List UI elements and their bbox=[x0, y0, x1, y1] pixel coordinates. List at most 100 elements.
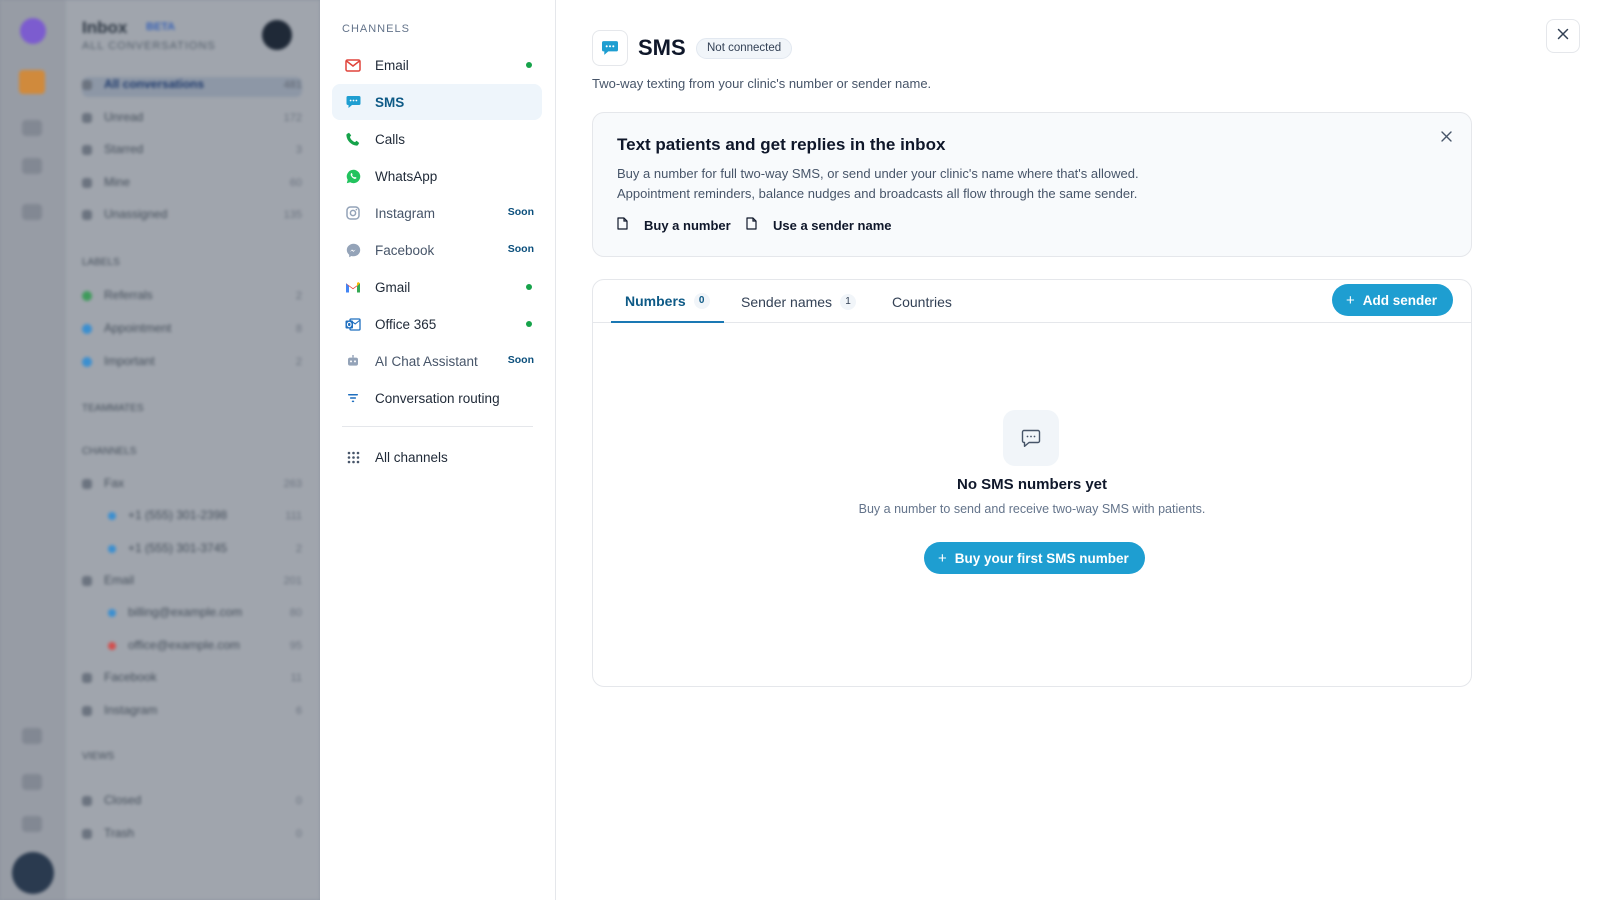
sms-icon bbox=[592, 30, 628, 66]
channel-item-office-365[interactable]: Office 365 bbox=[332, 306, 542, 342]
channel-item-calls[interactable]: Calls bbox=[332, 121, 542, 157]
users-nav-icon bbox=[22, 158, 42, 174]
channel-label: Instagram bbox=[375, 205, 436, 221]
tab-countries[interactable]: Countries bbox=[892, 280, 952, 323]
tab-bar: Numbers 0 Sender names 1 Countries + Add… bbox=[593, 280, 1471, 323]
soon-badge: Soon bbox=[507, 206, 534, 218]
channel-item-whatsapp[interactable]: WhatsApp bbox=[332, 158, 542, 194]
channel-item-gmail[interactable]: Gmail bbox=[332, 269, 542, 305]
all-channels-link[interactable]: All channels bbox=[332, 439, 542, 475]
buy-first-number-label: Buy your first SMS number bbox=[954, 550, 1129, 566]
channels-heading: CHANNELS bbox=[342, 23, 410, 35]
plus-icon: + bbox=[938, 549, 947, 567]
tab-label: Countries bbox=[892, 293, 952, 310]
app-nav-rail bbox=[0, 0, 66, 900]
empty-state-title: No SMS numbers yet bbox=[956, 476, 1108, 493]
tab-numbers[interactable]: Numbers 0 bbox=[611, 280, 724, 323]
tab-count-badge: 1 bbox=[840, 293, 857, 310]
dismiss-banner-button[interactable] bbox=[1437, 129, 1455, 147]
channel-row: Fax 263 bbox=[82, 476, 302, 496]
folder-row: Unread 172 bbox=[82, 110, 302, 130]
page-title: SMS bbox=[638, 35, 686, 60]
instagram-icon bbox=[345, 205, 361, 221]
buy-first-number-button[interactable]: + Buy your first SMS number bbox=[924, 542, 1145, 574]
channels-sidebar: CHANNELS Email SMS Calls WhatsApp Instag… bbox=[320, 0, 556, 900]
channel-row: office@example.com 95 bbox=[82, 638, 302, 658]
add-sender-button[interactable]: + Add sender bbox=[1331, 284, 1453, 316]
tab-sender-names[interactable]: Sender names 1 bbox=[741, 280, 857, 323]
inbox-subtitle: ALL CONVERSATIONS bbox=[82, 40, 216, 52]
channel-label: Gmail bbox=[375, 279, 411, 295]
grid-icon bbox=[345, 449, 361, 465]
help-nav-icon bbox=[22, 774, 42, 790]
channel-row: Facebook 11 bbox=[82, 670, 302, 690]
channel-item-conversation-routing[interactable]: Conversation routing bbox=[332, 380, 542, 416]
plus-icon: + bbox=[1345, 291, 1355, 309]
view-row: Trash 0 bbox=[82, 826, 302, 846]
app-logo-icon bbox=[20, 18, 46, 44]
user-avatar bbox=[12, 852, 54, 894]
view-row: Closed 0 bbox=[82, 793, 302, 813]
channel-item-sms[interactable]: SMS bbox=[332, 84, 542, 120]
senders-card: Numbers 0 Sender names 1 Countries + Add… bbox=[592, 279, 1472, 687]
mail-icon bbox=[345, 57, 361, 73]
whatsapp-icon bbox=[345, 168, 361, 184]
empty-state-chat-icon bbox=[1003, 410, 1059, 466]
buy-number-link[interactable]: Buy a number bbox=[617, 217, 731, 233]
chat-nav-icon bbox=[22, 120, 42, 136]
channel-label: WhatsApp bbox=[375, 168, 438, 184]
close-panel-button[interactable] bbox=[1546, 19, 1580, 53]
label-row: Appointment 8 bbox=[82, 321, 302, 341]
all-channels-label: All channels bbox=[375, 449, 448, 465]
inbox-title: Inbox bbox=[82, 18, 128, 37]
sidebar-divider bbox=[342, 426, 533, 427]
buy-number-label: Buy a number bbox=[644, 217, 731, 233]
channel-item-ai-chat-assistant[interactable]: AI Chat Assistant Soon bbox=[332, 343, 542, 379]
empty-state-description: Buy a number to send and receive two-way… bbox=[858, 502, 1206, 516]
sms-icon bbox=[345, 94, 361, 110]
close-icon bbox=[1440, 129, 1452, 147]
channel-label: Facebook bbox=[375, 242, 435, 258]
add-sender-label: Add sender bbox=[1362, 292, 1437, 308]
channel-label: Email bbox=[375, 57, 409, 73]
channel-item-facebook[interactable]: Facebook Soon bbox=[332, 232, 542, 268]
tab-label: Sender names bbox=[741, 293, 833, 310]
channel-row: Email 201 bbox=[82, 573, 302, 593]
gmail-icon bbox=[345, 279, 361, 295]
connected-status-dot bbox=[526, 321, 532, 327]
document-icon bbox=[746, 217, 765, 233]
channel-item-instagram[interactable]: Instagram Soon bbox=[332, 195, 542, 231]
soon-badge: Soon bbox=[507, 243, 534, 255]
edit-nav-icon bbox=[22, 728, 42, 744]
folder-row: All conversations 481 bbox=[82, 77, 302, 97]
channel-row: Instagram 6 bbox=[82, 703, 302, 723]
folder-row: Starred 3 bbox=[82, 142, 302, 162]
channel-label: Office 365 bbox=[375, 316, 437, 332]
compose-button bbox=[262, 20, 292, 50]
section-label: LABELS bbox=[82, 257, 120, 268]
channel-row: +1 (555) 301-2398 111 bbox=[82, 508, 302, 528]
label-row: Referrals 2 bbox=[82, 288, 302, 308]
section-label: VIEWS bbox=[82, 751, 115, 762]
background-app: Inbox BETA ALL CONVERSATIONS All convers… bbox=[0, 0, 320, 900]
tab-label: Numbers bbox=[625, 292, 686, 309]
bot-icon bbox=[345, 353, 361, 369]
folder-row: Mine 60 bbox=[82, 175, 302, 195]
reports-nav-icon bbox=[22, 204, 42, 220]
info-banner: Text patients and get replies in the inb… bbox=[592, 112, 1472, 257]
channel-item-email[interactable]: Email bbox=[332, 47, 542, 83]
beta-badge: BETA bbox=[146, 21, 176, 33]
tab-count-badge: 0 bbox=[693, 292, 710, 309]
outlook-icon bbox=[345, 316, 361, 332]
inbox-folder-list: Inbox BETA ALL CONVERSATIONS All convers… bbox=[66, 0, 320, 900]
channel-label: AI Chat Assistant bbox=[375, 353, 478, 369]
info-banner-text: Buy a number for full two-way SMS, or se… bbox=[617, 166, 1139, 181]
inbox-nav-icon bbox=[19, 70, 45, 94]
channel-row: +1 (555) 301-3745 2 bbox=[82, 541, 302, 561]
channel-row: billing@example.com 80 bbox=[82, 605, 302, 625]
use-sender-name-label: Use a sender name bbox=[773, 217, 892, 233]
messenger-icon bbox=[345, 242, 361, 258]
use-sender-name-link[interactable]: Use a sender name bbox=[746, 217, 892, 233]
channel-label: SMS bbox=[375, 94, 405, 110]
section-label: CHANNELS bbox=[82, 446, 137, 457]
